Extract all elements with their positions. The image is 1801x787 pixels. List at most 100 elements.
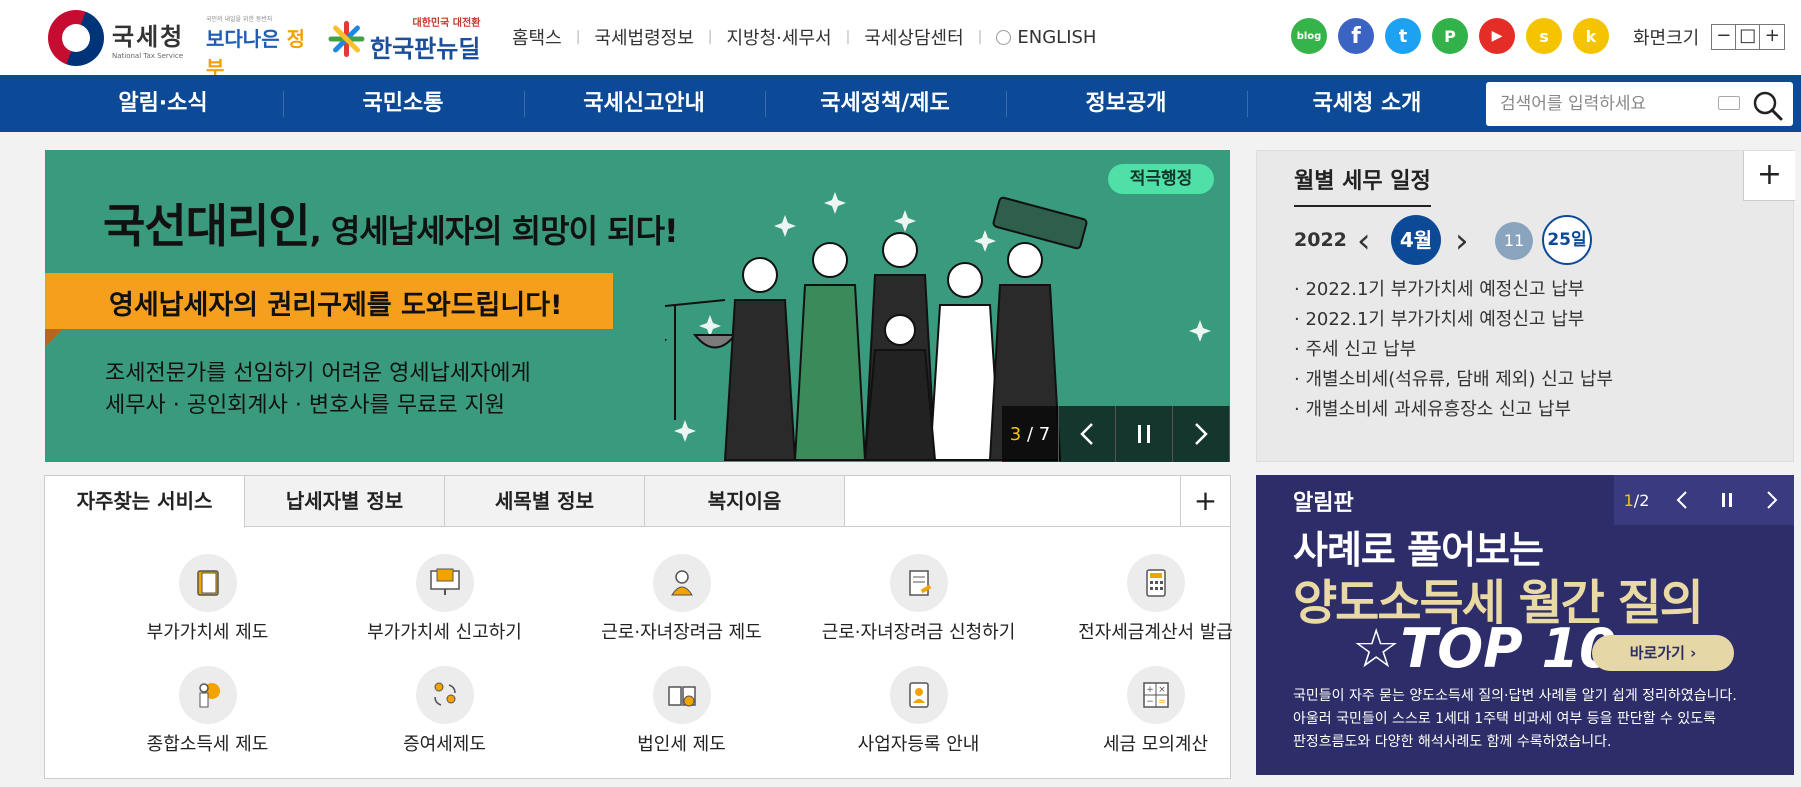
notice-pause-button[interactable] [1704, 475, 1749, 525]
font-decrease-button[interactable]: − [1712, 25, 1737, 49]
search-input[interactable] [1486, 82, 1706, 126]
banner-pause-button[interactable] [1116, 406, 1173, 462]
twitter-icon[interactable]: t [1385, 18, 1421, 54]
person-bulb-icon [198, 683, 220, 708]
schedule-item[interactable]: · 개별소비세(석유류, 담배 제외) 신고 납부 [1294, 365, 1613, 395]
font-increase-button[interactable]: + [1760, 25, 1784, 49]
service-gift-tax[interactable]: 증여세제도 [326, 666, 563, 756]
top-bar: 국세청 National Tax Service 국민의 내일을 위한 동반자 … [0, 0, 1801, 80]
notice-next-button[interactable] [1749, 475, 1794, 525]
schedule-day-11[interactable]: 11 [1495, 222, 1533, 260]
notice-prev-button[interactable] [1659, 475, 1704, 525]
person-icon [670, 570, 693, 596]
pause-icon [1138, 425, 1150, 443]
service-vat-system[interactable]: 부가가치세 제도 [89, 554, 326, 644]
tab-taxpayer-info[interactable]: 납세자별 정보 [245, 476, 445, 527]
nav-item-filing-guide[interactable]: 국세신고안내 [524, 75, 764, 132]
services-more-button[interactable]: + [1180, 476, 1230, 527]
service-corporate-tax[interactable]: 법인세 제도 [563, 666, 800, 756]
document-pen-icon [908, 570, 931, 596]
svg-text:×: × [1158, 685, 1166, 695]
chevron-right-icon [1195, 423, 1208, 445]
banner-ribbon: 영세납세자의 권리구제를 도와드립니다! [45, 273, 613, 329]
util-link-english[interactable]: ENGLISH [982, 27, 1110, 48]
services-panel: 자주찾는 서비스 납세자별 정보 세목별 정보 복지이음 + 부가가치세 제도 … [44, 475, 1233, 779]
notice-text: 국민들이 자주 묻는 양도소득세 질의·답변 사례를 알기 쉽게 정리하였습니다… [1293, 688, 1737, 750]
service-income-tax[interactable]: 종합소득세 제도 [89, 666, 326, 756]
schedule-item[interactable]: · 2022.1기 부가가치세 예정신고 납부 [1294, 275, 1613, 305]
people-exchange-icon [433, 682, 456, 706]
svg-text:=: = [1158, 697, 1166, 707]
service-vat-filing[interactable]: 부가가치세 신고하기 [326, 554, 563, 644]
schedule-item[interactable]: · 2022.1기 부가가치세 예정신고 납부 [1294, 305, 1613, 335]
schedule-month: 4월 [1391, 215, 1441, 265]
notice-top10: ☆TOP 10 [1352, 617, 1617, 680]
globe-icon [996, 29, 1012, 45]
banner-description: 조세전문가를 선임하기 어려운 영세납세자에게 세무사 · 공인회계사 · 변호… [105, 361, 531, 418]
util-link-hometax[interactable]: 홈택스 [498, 24, 576, 50]
schedule-day-25[interactable]: 25일 [1542, 215, 1592, 265]
calculator-icon [1145, 569, 1166, 597]
virtual-keyboard-icon[interactable] [1718, 96, 1740, 110]
service-e-tax-invoice[interactable]: 전자세금계산서 발급 [1037, 554, 1274, 644]
util-link-offices[interactable]: 지방청·세무서 [712, 24, 845, 50]
schedule-item[interactable]: · 개별소비세 과세유흥장소 신고 납부 [1294, 395, 1613, 425]
tab-frequent-services[interactable]: 자주찾는 서비스 [45, 476, 245, 528]
notice-counter: 1/2 [1623, 490, 1650, 510]
pause-icon [1721, 493, 1732, 507]
service-tax-simulation[interactable]: + × − = 세금 모의계산 [1037, 666, 1274, 756]
service-business-registration[interactable]: 사업자등록 안내 [800, 666, 1037, 756]
tab-welfare[interactable]: 복지이음 [645, 476, 845, 527]
service-earned-income-apply[interactable]: 근로·자녀장려금 신청하기 [800, 554, 1037, 644]
search-icon[interactable] [1752, 90, 1784, 122]
kakao-story-icon[interactable]: s [1526, 18, 1562, 54]
font-size-label: 화면크기 [1633, 28, 1700, 49]
tax-schedule-panel: 월별 세무 일정 + 2022 ‹ 4월 › 11 25일 · 2022.1기 … [1256, 150, 1795, 462]
notice-label: 알림판 [1293, 491, 1354, 516]
government-logo[interactable]: 국민의 내일을 위한 동반자 보다나은 정부 [206, 14, 314, 80]
logo-title: 국세청 [112, 22, 185, 51]
notice-go-button[interactable]: 바로가기 › [1592, 635, 1734, 671]
banner-controls: 3 / 7 [1002, 406, 1230, 462]
naver-post-icon[interactable]: P [1432, 18, 1468, 54]
blog-icon[interactable]: blog [1291, 18, 1327, 54]
banner-counter: 3 / 7 [1002, 406, 1059, 462]
tab-tax-item-info[interactable]: 세목별 정보 [445, 476, 645, 527]
taegeuk-icon [48, 10, 104, 66]
schedule-item[interactable]: · 주세 신고 납부 [1294, 335, 1613, 365]
chevron-left-icon [1676, 491, 1687, 509]
new-deal-star-icon [326, 19, 366, 59]
sns-links: blog f t P ▶ s k [1291, 18, 1620, 54]
schedule-more-button[interactable]: + [1743, 151, 1795, 201]
util-link-law[interactable]: 국세법령정보 [580, 24, 707, 50]
nav-item-policy[interactable]: 국세정책/제도 [765, 75, 1005, 132]
svg-text:+: + [1146, 685, 1154, 695]
search-box [1486, 82, 1793, 126]
new-deal-logo[interactable]: 대한민국 대전환 한국판뉴딜 [326, 14, 480, 64]
youtube-icon[interactable]: ▶ [1479, 18, 1515, 54]
services-tabbar: 자주찾는 서비스 납세자별 정보 세목별 정보 복지이음 + [45, 476, 1230, 528]
banner-prev-button[interactable] [1059, 406, 1116, 462]
id-card-icon [908, 682, 929, 708]
chevron-right-icon [1766, 491, 1777, 509]
schedule-prev-month-button[interactable]: ‹ [1357, 221, 1371, 261]
kakao-channel-icon[interactable]: k [1573, 18, 1609, 54]
monitor-icon [429, 568, 460, 595]
schedule-year: 2022 [1294, 229, 1347, 251]
banner-next-button[interactable] [1173, 406, 1230, 462]
main-banner[interactable]: 적극행정 국선대리인, 영세납세자의 희망이 되다! 영세납세자의 권리구제를 … [45, 150, 1230, 462]
nav-item-news[interactable]: 알림·소식 [43, 75, 283, 132]
notice-controls: 1/2 [1614, 475, 1794, 525]
font-size-control: 화면크기 − □ + [1633, 24, 1786, 50]
nts-logo[interactable]: 국세청 National Tax Service [48, 10, 184, 66]
nav-item-disclosure[interactable]: 정보공개 [1006, 75, 1246, 132]
facebook-icon[interactable]: f [1338, 18, 1374, 54]
schedule-list: · 2022.1기 부가가치세 예정신고 납부 · 2022.1기 부가가치세 … [1294, 275, 1613, 425]
nav-item-about[interactable]: 국세청 소개 [1247, 75, 1487, 132]
nav-item-communication[interactable]: 국민소통 [283, 75, 523, 132]
util-link-consult[interactable]: 국세상담센터 [850, 24, 977, 50]
font-reset-button[interactable]: □ [1736, 25, 1761, 49]
service-earned-income-credit[interactable]: 근로·자녀장려금 제도 [563, 554, 800, 644]
schedule-next-month-button[interactable]: › [1455, 221, 1469, 261]
notice-board[interactable]: 알림판 1/2 사례로 풀어보는 양도소득세 월간 질의 ☆TOP 10 바로가… [1256, 475, 1794, 775]
